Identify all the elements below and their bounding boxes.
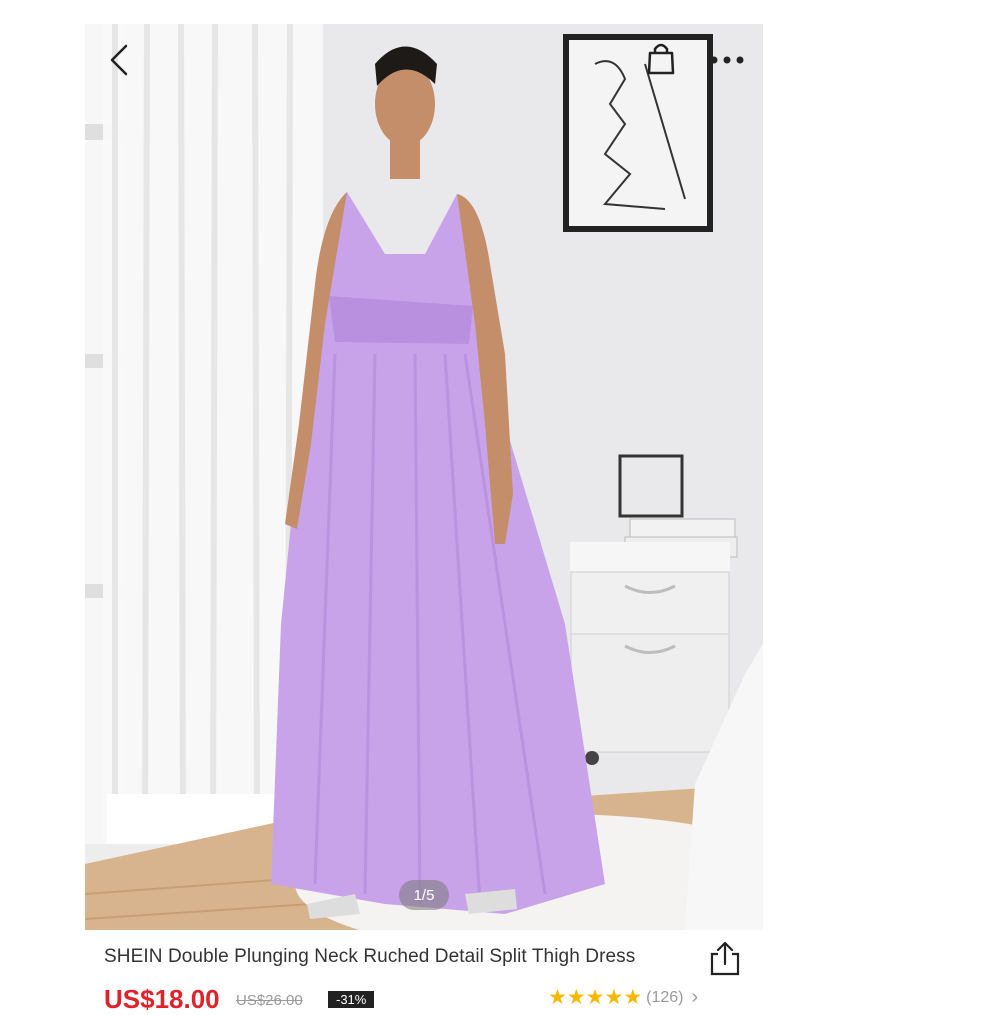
shopping-bag-button[interactable] [641,38,681,78]
original-price: US$26.00 [236,992,303,1009]
star-icon: ★ [566,985,586,1009]
product-title: SHEIN Double Plunging Neck Ruched Detail… [104,946,636,967]
star-icon: ★ [585,985,605,1009]
back-button[interactable] [99,40,139,80]
share-icon [710,941,740,976]
star-icon: ★ [623,985,643,1009]
more-options-button[interactable] [705,42,749,78]
star-icon: ★ [604,985,624,1009]
share-button[interactable] [708,940,742,976]
review-count: (126) [646,988,684,1006]
rating-link[interactable]: ★ ★ ★ ★ ★ (126) › [548,986,698,1009]
chevron-right-icon: › [691,986,699,1008]
product-image-gallery[interactable]: 1/5 [85,24,763,930]
chevron-left-icon [110,44,128,76]
more-dots-icon [710,56,744,64]
shopping-bag-icon [647,43,675,75]
image-pager: 1/5 [399,880,449,910]
product-photo [85,24,763,930]
product-title-row: SHEIN Double Plunging Neck Ruched Detail… [104,940,764,976]
star-icon: ★ [548,985,567,1009]
price-row: US$18.00 US$26.00 -31% ★ ★ ★ ★ ★ (126) › [104,984,764,1014]
